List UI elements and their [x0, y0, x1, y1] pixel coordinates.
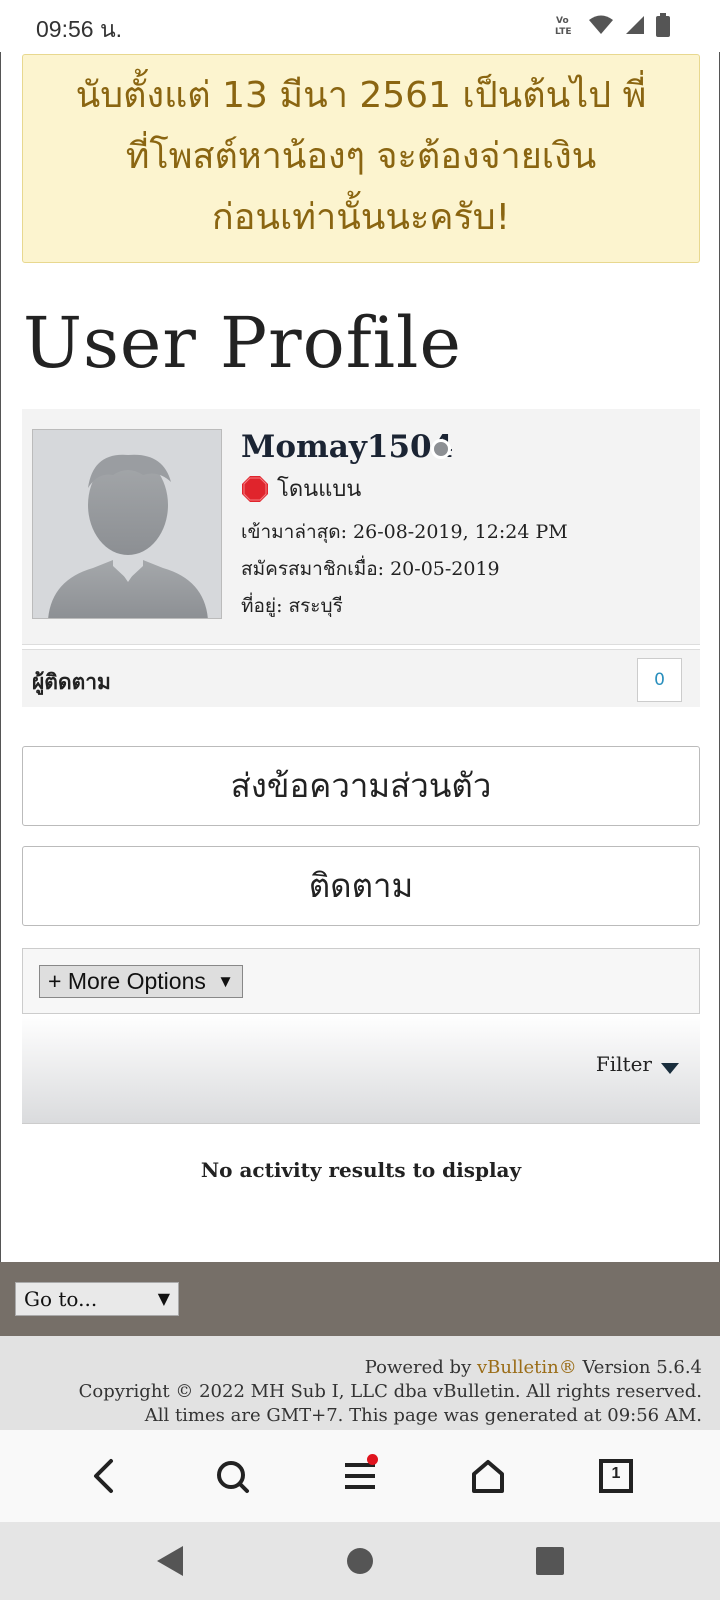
copyright-text: Copyright © 2022 MH Sub I, LLC dba vBull…: [78, 1381, 702, 1402]
stop-sign-icon: [242, 475, 268, 502]
goto-label: Go to...: [24, 1287, 98, 1311]
browser-back-button[interactable]: [72, 1444, 136, 1508]
goto-select[interactable]: Go to... ▼: [15, 1282, 179, 1316]
online-status-indicator: [431, 439, 451, 459]
filter-caret-icon[interactable]: [661, 1063, 679, 1074]
activity-filter-bar: Filter: [22, 1014, 700, 1124]
svg-text:LTE: LTE: [555, 27, 572, 37]
vbulletin-link[interactable]: vBulletin®: [477, 1357, 577, 1378]
powered-by: Powered by vBulletin® Version 5.6.4: [0, 1356, 702, 1380]
timezone-text: All times are GMT+7. This page was gener…: [144, 1405, 702, 1426]
browser-tabs-button[interactable]: 1: [584, 1444, 648, 1508]
announcement-notice: นับตั้งแต่ 13 มีนา 2561 เป็นต้นไป พี่ ที…: [22, 54, 700, 263]
last-visit: เข้ามาล่าสุด: 26-08-2019, 12:24 PM: [241, 521, 568, 543]
chevron-down-icon: ▼: [157, 1289, 170, 1308]
status-icons: Vo LTE: [554, 13, 670, 37]
notice-line: ก่อนเท่านั้นนะครับ!: [211, 197, 511, 238]
menu-icon: [345, 1463, 375, 1489]
browser-nav: 1: [0, 1430, 720, 1522]
notice-line: ที่โพสต์หาน้องๆ จะต้องจ่ายเงิน: [125, 136, 597, 177]
system-back-icon[interactable]: [155, 1544, 185, 1578]
username: Momay1504: [241, 429, 454, 465]
more-options-label: + More Options: [48, 968, 206, 994]
location: ที่อยู่: สระบุรี: [241, 595, 343, 617]
more-options-bar: + More Options ▼: [22, 948, 700, 1014]
default-avatar-icon: [33, 430, 221, 618]
profile-card: Momay1504 โดนแบน เข้ามาล่าสุด: 26-08-201…: [22, 409, 700, 645]
avatar[interactable]: [32, 429, 222, 619]
back-icon: [94, 1459, 113, 1493]
system-nav: [0, 1522, 720, 1600]
followers-count[interactable]: 0: [637, 658, 682, 702]
more-options-button[interactable]: + More Options ▼: [39, 965, 243, 998]
user-status: โดนแบน: [241, 471, 361, 506]
page-title: User Profile: [23, 302, 462, 384]
status-label: โดนแบน: [277, 477, 362, 502]
chevron-down-icon: ▼: [217, 972, 234, 991]
notice-line: นับตั้งแต่ 13 มีนา 2561 เป็นต้นไป พี่: [75, 75, 647, 116]
home-icon: [472, 1460, 504, 1493]
tab-count: 1: [611, 1465, 621, 1482]
system-recents-icon[interactable]: [535, 1546, 565, 1576]
svg-text:Vo: Vo: [556, 16, 569, 26]
follow-button[interactable]: ติดตาม: [22, 846, 700, 926]
join-date: สมัครสมาชิกเมื่อ: 20-05-2019: [241, 558, 500, 580]
browser-home-button[interactable]: [456, 1444, 520, 1508]
followers-bar: ผู้ติดตาม 0: [22, 649, 700, 707]
status-time: 09:56 น.: [36, 16, 123, 42]
powered-prefix: Powered by: [364, 1357, 477, 1378]
volte-icon: Vo LTE: [555, 16, 572, 37]
search-icon: [217, 1461, 249, 1493]
wifi-icon: [589, 15, 613, 34]
notification-dot: [367, 1454, 378, 1465]
copyright-block: Powered by vBulletin® Version 5.6.4 Copy…: [0, 1336, 720, 1430]
powered-suffix: Version 5.6.4: [576, 1357, 702, 1378]
page-content: นับตั้งแต่ 13 มีนา 2561 เป็นต้นไป พี่ ที…: [0, 52, 720, 1262]
signal-icon: [626, 16, 644, 34]
private-message-button[interactable]: ส่งข้อความส่วนตัว: [22, 746, 700, 826]
battery-icon: [656, 13, 670, 37]
filter-button[interactable]: Filter: [596, 1052, 652, 1076]
followers-label: ผู้ติดตาม: [32, 670, 111, 694]
status-bar: 09:56 น. Vo LTE: [0, 0, 720, 52]
no-activity-message: No activity results to display: [200, 1158, 522, 1182]
browser-menu-button[interactable]: [328, 1444, 392, 1508]
browser-search-button[interactable]: [200, 1444, 264, 1508]
system-home-icon[interactable]: [345, 1546, 375, 1576]
footer-bar: Go to... ▼: [0, 1262, 720, 1336]
